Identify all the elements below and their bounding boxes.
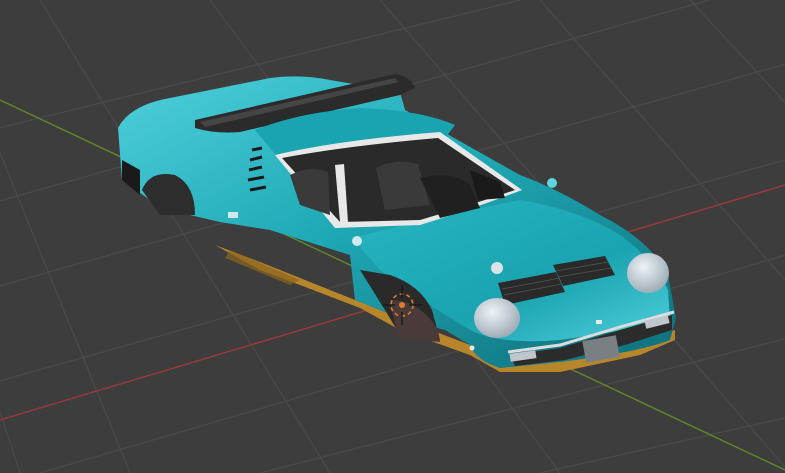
side-badge <box>228 212 238 218</box>
mirror-right <box>547 178 557 188</box>
3d-viewport[interactable] <box>0 0 785 473</box>
headlight-right <box>627 253 669 293</box>
headlight-left <box>474 298 520 338</box>
mirror-left <box>352 236 362 246</box>
viewport-canvas[interactable] <box>0 0 785 473</box>
fuel-cap <box>491 262 503 274</box>
